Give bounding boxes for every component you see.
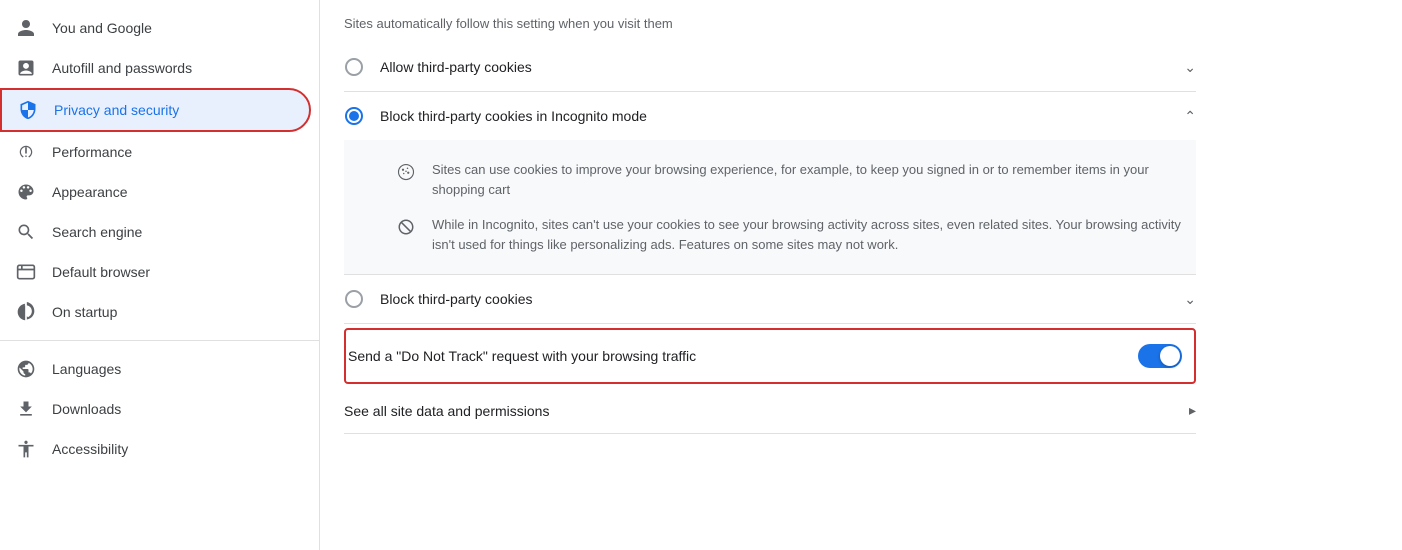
main-content: Sites automatically follow this setting … — [320, 0, 1402, 550]
sidebar-item-privacy[interactable]: Privacy and security — [0, 88, 311, 132]
option-label-incognito: Block third-party cookies in Incognito m… — [380, 108, 1168, 124]
sidebar-item-appearance[interactable]: Appearance — [0, 172, 311, 212]
sidebar-divider — [0, 340, 319, 341]
radio-outer-allow — [345, 58, 363, 76]
radio-outer-block-all — [345, 290, 363, 308]
radio-block-all[interactable] — [344, 289, 364, 309]
option-allow-third-party[interactable]: Allow third-party cookies ⌄ — [344, 43, 1196, 92]
settings-sidebar: You and Google Autofill and passwords Pr… — [0, 0, 320, 550]
content-area: Sites automatically follow this setting … — [320, 0, 1220, 458]
download-icon — [16, 399, 36, 419]
sidebar-item-accessibility[interactable]: Accessibility — [0, 429, 311, 469]
sidebar-item-autofill[interactable]: Autofill and passwords — [0, 48, 311, 88]
option-label-block-all: Block third-party cookies — [380, 291, 1168, 307]
dnt-row[interactable]: Send a "Do Not Track" request with your … — [344, 328, 1196, 384]
sidebar-item-label-search: Search engine — [52, 224, 142, 240]
accessibility-icon — [16, 439, 36, 459]
toggle-knob — [1160, 346, 1180, 366]
shield-icon — [18, 100, 38, 120]
browser-icon — [16, 262, 36, 282]
sidebar-item-label-accessibility: Accessibility — [52, 441, 128, 457]
chevron-down-block-all: ⌄ — [1184, 291, 1196, 308]
startup-icon — [16, 302, 36, 322]
globe-icon — [16, 359, 36, 379]
option-block-all[interactable]: Block third-party cookies ⌄ — [344, 275, 1196, 324]
chevron-up-incognito: ⌃ — [1184, 108, 1196, 125]
expanded-item-incognito: While in Incognito, sites can't use your… — [396, 207, 1196, 262]
sidebar-item-downloads[interactable]: Downloads — [0, 389, 311, 429]
option-block-incognito[interactable]: Block third-party cookies in Incognito m… — [344, 92, 1196, 140]
dnt-label: Send a "Do Not Track" request with your … — [346, 348, 1138, 364]
option-label-allow: Allow third-party cookies — [380, 59, 1168, 75]
sidebar-item-languages[interactable]: Languages — [0, 349, 311, 389]
performance-icon — [16, 142, 36, 162]
sidebar-item-label-languages: Languages — [52, 361, 121, 377]
expanded-text-incognito: While in Incognito, sites can't use your… — [432, 215, 1196, 254]
person-icon — [16, 18, 36, 38]
sidebar-item-label-browser: Default browser — [52, 264, 150, 280]
search-icon — [16, 222, 36, 242]
expanded-text-cookie: Sites can use cookies to improve your br… — [432, 160, 1196, 199]
radio-inner-incognito — [349, 111, 359, 121]
autofill-icon — [16, 58, 36, 78]
radio-block-incognito[interactable] — [344, 106, 364, 126]
block-icon — [396, 217, 416, 237]
site-data-row[interactable]: See all site data and permissions ▸ — [344, 388, 1196, 434]
site-data-label: See all site data and permissions — [344, 403, 1173, 419]
radio-outer-incognito — [345, 107, 363, 125]
expanded-incognito-section: Sites can use cookies to improve your br… — [344, 140, 1196, 275]
cookie-icon — [396, 162, 416, 182]
sidebar-item-label-appearance: Appearance — [52, 184, 128, 200]
sidebar-item-you-and-google[interactable]: You and Google — [0, 8, 311, 48]
arrow-right-icon: ▸ — [1189, 402, 1196, 419]
sidebar-item-on-startup[interactable]: On startup — [0, 292, 311, 332]
sidebar-item-default-browser[interactable]: Default browser — [0, 252, 311, 292]
radio-allow-third-party[interactable] — [344, 57, 364, 77]
sidebar-item-search-engine[interactable]: Search engine — [0, 212, 311, 252]
top-subtitle: Sites automatically follow this setting … — [344, 0, 1196, 43]
chevron-down-allow: ⌄ — [1184, 59, 1196, 76]
sidebar-item-label-autofill: Autofill and passwords — [52, 60, 192, 76]
sidebar-item-label-downloads: Downloads — [52, 401, 121, 417]
dnt-toggle[interactable] — [1138, 344, 1182, 368]
expanded-item-cookie: Sites can use cookies to improve your br… — [396, 152, 1196, 207]
sidebar-item-label-performance: Performance — [52, 144, 132, 160]
appearance-icon — [16, 182, 36, 202]
sidebar-item-label-you-and-google: You and Google — [52, 20, 152, 36]
sidebar-item-label-startup: On startup — [52, 304, 117, 320]
sidebar-item-label-privacy: Privacy and security — [54, 102, 179, 118]
sidebar-item-performance[interactable]: Performance — [0, 132, 311, 172]
